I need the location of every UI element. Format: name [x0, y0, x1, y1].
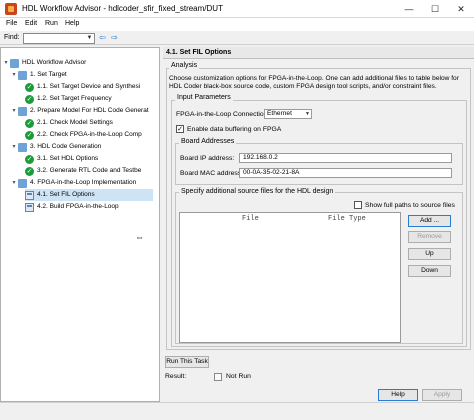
folder-icon [18, 71, 27, 80]
source-files-table[interactable]: File File Type [179, 212, 401, 343]
input-parameters-label: Input Parameters [175, 94, 233, 101]
not-run-status-icon [214, 373, 222, 381]
folder-icon [18, 107, 27, 116]
connection-label: FPGA-in-the-Loop Connection: [176, 111, 270, 118]
show-full-paths-checkbox[interactable] [354, 201, 362, 209]
analysis-label: Analysis [169, 62, 200, 69]
check-icon: ✓ [25, 119, 34, 128]
buffering-label: Enable data buffering on FPGA [187, 126, 282, 133]
remove-button[interactable]: Remove [408, 231, 451, 243]
menu-file[interactable]: File [6, 20, 17, 27]
menu-help[interactable]: Help [65, 20, 79, 27]
chevron-down-icon: ▼ [305, 111, 310, 117]
ip-label: Board IP address: [180, 155, 235, 162]
minimize-button[interactable]: — [396, 0, 422, 18]
column-header-file[interactable]: File [242, 215, 259, 223]
expand-icon[interactable]: ▾ [11, 141, 17, 153]
matlab-app-icon [5, 3, 17, 15]
menu-run[interactable]: Run [45, 20, 58, 27]
check-icon: ✓ [25, 95, 34, 104]
expand-icon[interactable]: ▾ [11, 69, 17, 81]
up-button[interactable]: Up [408, 248, 451, 260]
expand-icon[interactable]: ▾ [11, 105, 17, 117]
help-button[interactable]: Help [378, 389, 418, 401]
column-header-file-type[interactable]: File Type [328, 215, 366, 223]
divider [0, 402, 474, 403]
add-button[interactable]: Add ... [408, 215, 451, 227]
arrow-right-icon[interactable]: ⇨ [109, 33, 120, 43]
chevron-down-icon[interactable]: ▼ [85, 34, 94, 43]
apply-button[interactable]: Apply [422, 389, 462, 401]
run-task-button[interactable]: Run This Task [165, 356, 209, 368]
task-icon [25, 191, 34, 200]
board-addresses-label: Board Addresses [179, 138, 237, 145]
folder-icon [10, 59, 19, 68]
buffering-checkbox[interactable]: ✓ [176, 125, 184, 133]
result-value: Not Run [226, 373, 251, 380]
arrow-left-icon[interactable]: ⇦ [97, 33, 108, 43]
close-button[interactable]: ✕ [448, 0, 474, 18]
check-icon: ✓ [25, 167, 34, 176]
description-text: Choose customization options for FPGA-in… [169, 75, 459, 90]
mouse-cursor-icon: ⇔ [135, 232, 144, 242]
expand-icon[interactable]: ▾ [3, 57, 9, 69]
board-addresses-group [175, 143, 463, 185]
window-title: HDL Workflow Advisor - hdlcoder_sfir_fix… [22, 4, 223, 13]
down-button[interactable]: Down [408, 265, 451, 277]
find-input[interactable]: ▼ [23, 33, 95, 44]
connection-value: Ethernet [267, 110, 292, 117]
panel-title: 4.1. Set FIL Options [163, 47, 474, 59]
connection-select[interactable]: Ethernet ▼ [264, 109, 312, 119]
folder-icon [18, 143, 27, 152]
ip-field[interactable]: 192.168.0.2 [239, 153, 452, 163]
task-tree: ▾ HDL Workflow Advisor ▾ 1. Set Target ✓… [0, 47, 160, 402]
find-label: Find: [4, 34, 20, 41]
expand-icon[interactable]: ▾ [11, 177, 17, 189]
tree-item-4-1[interactable]: 4.1. Set FIL Options [25, 189, 153, 201]
check-icon: ✓ [25, 83, 34, 92]
maximize-button[interactable]: ☐ [422, 0, 448, 18]
source-files-label: Specify additional source files for the … [179, 188, 336, 195]
result-label: Result: [165, 373, 187, 380]
task-icon [25, 203, 34, 212]
mac-label: Board MAC address: [180, 170, 244, 177]
folder-icon [18, 179, 27, 188]
menu-edit[interactable]: Edit [25, 20, 37, 27]
check-icon: ✓ [25, 131, 34, 140]
show-full-paths-label: Show full paths to source files [365, 202, 455, 209]
check-icon: ✓ [25, 155, 34, 164]
mac-field[interactable]: 00-0A-35-02-21-8A [239, 168, 452, 178]
